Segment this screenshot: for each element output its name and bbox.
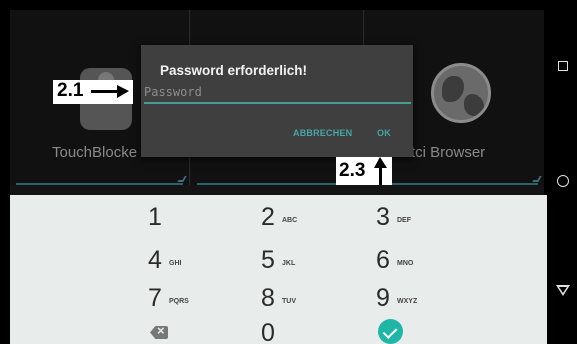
key-digit: 6 (376, 246, 390, 274)
ok-button[interactable]: OK (377, 128, 391, 138)
arrow-up-icon (374, 157, 387, 185)
annotation-label: 2.3 (339, 160, 366, 181)
password-dialog: Password erforderlich! ABBRECHEN OK (141, 45, 413, 157)
resize-handle-icon (177, 176, 187, 182)
key-0[interactable]: 0 (261, 317, 361, 344)
key-2[interactable]: 2 ABC (261, 201, 361, 235)
tile-divider (16, 183, 183, 185)
key-letters: GHI (169, 260, 182, 267)
home-icon[interactable] (557, 175, 569, 187)
key-1[interactable]: 1 (148, 201, 248, 235)
key-8[interactable]: 8 TUV (261, 282, 361, 316)
checkmark-icon[interactable] (378, 319, 403, 344)
key-letters: JKL (282, 260, 296, 267)
key-digit: 3 (376, 203, 390, 231)
key-digit: 1 (148, 203, 162, 231)
annotation-marker-input: 2.1 (53, 80, 133, 104)
key-digit: 7 (148, 284, 162, 312)
globe-icon (431, 63, 491, 123)
recents-icon[interactable] (558, 61, 568, 71)
key-digit: 0 (261, 319, 275, 344)
key-digit: 9 (376, 284, 390, 312)
app-label-browser: tci Browser (411, 144, 486, 161)
app-label-touchblocker: TouchBlocke (52, 144, 138, 161)
key-3[interactable]: 3 DEF (376, 201, 476, 235)
key-letters: WXYZ (397, 298, 418, 305)
key-4[interactable]: 4 GHI (148, 244, 248, 278)
key-digit: 4 (148, 246, 162, 274)
annotation-label: 2.1 (57, 80, 84, 101)
key-letters: MNO (397, 260, 414, 267)
arrow-right-icon (91, 85, 129, 98)
key-5[interactable]: 5 JKL (261, 244, 361, 278)
key-9[interactable]: 9 WXYZ (376, 282, 476, 316)
key-digit: 8 (261, 284, 275, 312)
tile-divider (371, 183, 538, 185)
key-digit: 5 (261, 246, 275, 274)
tile-divider (197, 183, 357, 185)
key-7[interactable]: 7 PQRS (148, 282, 248, 316)
password-input[interactable] (144, 82, 411, 104)
back-icon[interactable] (556, 285, 570, 296)
cancel-button[interactable]: ABBRECHEN (293, 128, 352, 138)
dialog-title: Password erforderlich! (160, 63, 308, 78)
key-letters: ABC (282, 217, 298, 224)
numeric-keypad: 1 2 ABC 3 DEF 4 GHI 5 JKL 6 MNO 7 PQRS 8 TUV 9W… (10, 195, 547, 344)
annotation-marker-ok: 2.3 (336, 157, 392, 185)
key-digit: 2 (261, 203, 275, 231)
key-6[interactable]: 6 MNO (376, 244, 476, 278)
key-letters: PQRS (169, 298, 189, 305)
resize-handle-icon (532, 176, 542, 182)
key-letters: DEF (397, 217, 411, 224)
key-letters: TUV (282, 298, 296, 305)
